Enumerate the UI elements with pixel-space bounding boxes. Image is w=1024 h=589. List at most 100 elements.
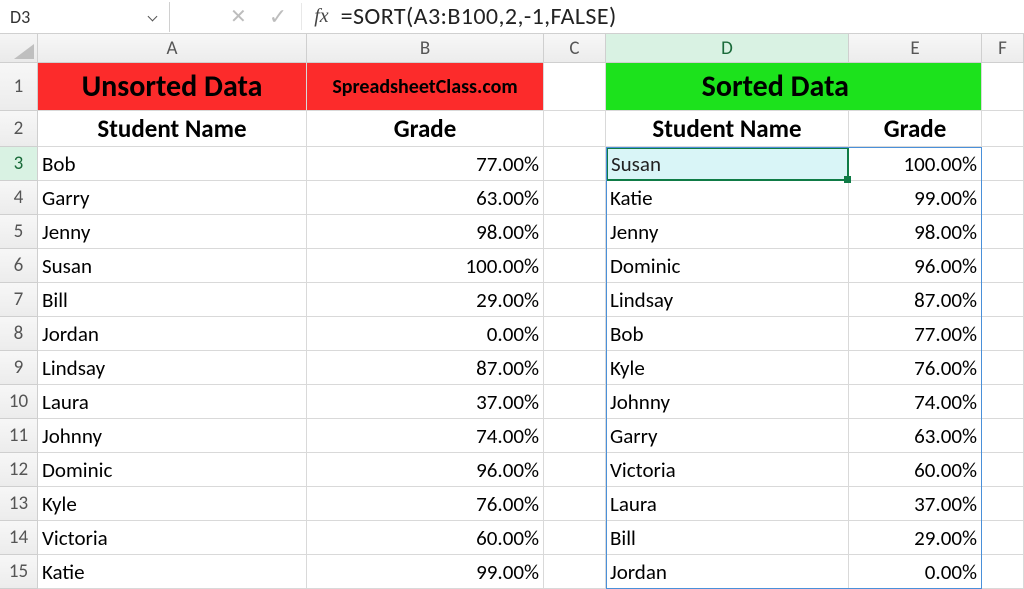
cell-E15[interactable]: 0.00% (849, 555, 982, 589)
cell-A12[interactable]: Dominic (38, 453, 307, 487)
cell-E3[interactable]: 100.00% (849, 147, 982, 181)
row-header-5[interactable]: 5 (0, 215, 38, 249)
cell-A1[interactable]: Unsorted Data (38, 63, 307, 111)
cell-B1[interactable]: SpreadsheetClass.com (307, 63, 544, 111)
row-header-11[interactable]: 11 (0, 419, 38, 453)
cell-C3[interactable] (544, 147, 606, 181)
cell-F3[interactable] (982, 147, 1024, 181)
row-header-1[interactable]: 1 (0, 63, 38, 111)
cell-A5[interactable]: Jenny (38, 215, 307, 249)
cell-B11[interactable]: 74.00% (307, 419, 544, 453)
col-header-B[interactable]: B (307, 34, 544, 62)
row-header-8[interactable]: 8 (0, 317, 38, 351)
col-header-E[interactable]: E (849, 34, 982, 62)
row-header-14[interactable]: 14 (0, 521, 38, 555)
cell-D14[interactable]: Bill (606, 521, 849, 555)
cell-D12[interactable]: Victoria (606, 453, 849, 487)
confirm-icon[interactable]: ✓ (269, 3, 287, 30)
cell-B10[interactable]: 37.00% (307, 385, 544, 419)
cell-F11[interactable] (982, 419, 1024, 453)
cell-F13[interactable] (982, 487, 1024, 521)
cell-B4[interactable]: 63.00% (307, 181, 544, 215)
cell-C6[interactable] (544, 249, 606, 283)
row-header-7[interactable]: 7 (0, 283, 38, 317)
fx-label[interactable]: fx (302, 5, 338, 28)
cell-B12[interactable]: 96.00% (307, 453, 544, 487)
cell-F1[interactable] (982, 63, 1024, 111)
cell-B14[interactable]: 60.00% (307, 521, 544, 555)
cell-D11[interactable]: Garry (606, 419, 849, 453)
cell-F15[interactable] (982, 555, 1024, 589)
cell-E1[interactable] (849, 63, 982, 111)
cell-E11[interactable]: 63.00% (849, 419, 982, 453)
cell-D13[interactable]: Laura (606, 487, 849, 521)
cell-A2[interactable]: Student Name (38, 111, 307, 147)
cell-E6[interactable]: 96.00% (849, 249, 982, 283)
cell-B3[interactable]: 77.00% (307, 147, 544, 181)
cell-A3[interactable]: Bob (38, 147, 307, 181)
cell-E2[interactable]: Grade (849, 111, 982, 147)
cell-B8[interactable]: 0.00% (307, 317, 544, 351)
cell-E8[interactable]: 77.00% (849, 317, 982, 351)
cell-A10[interactable]: Laura (38, 385, 307, 419)
cell-D9[interactable]: Kyle (606, 351, 849, 385)
row-header-9[interactable]: 9 (0, 351, 38, 385)
col-header-D[interactable]: D (606, 34, 849, 62)
cell-A7[interactable]: Bill (38, 283, 307, 317)
cell-D4[interactable]: Katie (606, 181, 849, 215)
cell-A14[interactable]: Victoria (38, 521, 307, 555)
col-header-A[interactable]: A (38, 34, 307, 62)
cell-D15[interactable]: Jordan (606, 555, 849, 589)
cell-E4[interactable]: 99.00% (849, 181, 982, 215)
cell-E5[interactable]: 98.00% (849, 215, 982, 249)
cell-F14[interactable] (982, 521, 1024, 555)
cell-F7[interactable] (982, 283, 1024, 317)
select-all-corner[interactable] (0, 34, 38, 62)
cell-C14[interactable] (544, 521, 606, 555)
cell-F4[interactable] (982, 181, 1024, 215)
cancel-icon[interactable]: ✕ (230, 4, 247, 29)
row-header-3[interactable]: 3 (0, 147, 38, 181)
formula-input[interactable]: =SORT(A3:B100,2,-1,FALSE) (339, 2, 1024, 31)
cell-C4[interactable] (544, 181, 606, 215)
cell-E14[interactable]: 29.00% (849, 521, 982, 555)
row-header-6[interactable]: 6 (0, 249, 38, 283)
cell-F2[interactable] (982, 111, 1024, 147)
cell-A15[interactable]: Katie (38, 555, 307, 589)
cell-C11[interactable] (544, 419, 606, 453)
row-header-15[interactable]: 15 (0, 555, 38, 589)
cell-D2[interactable]: Student Name (606, 111, 849, 147)
cell-F5[interactable] (982, 215, 1024, 249)
cell-A9[interactable]: Lindsay (38, 351, 307, 385)
cell-E12[interactable]: 60.00% (849, 453, 982, 487)
cell-C15[interactable] (544, 555, 606, 589)
cell-F9[interactable] (982, 351, 1024, 385)
row-header-4[interactable]: 4 (0, 181, 38, 215)
cell-D1[interactable]: Sorted Data (606, 63, 849, 111)
cell-C13[interactable] (544, 487, 606, 521)
cell-B13[interactable]: 76.00% (307, 487, 544, 521)
row-header-10[interactable]: 10 (0, 385, 38, 419)
cell-F10[interactable] (982, 385, 1024, 419)
cell-E9[interactable]: 76.00% (849, 351, 982, 385)
cell-B5[interactable]: 98.00% (307, 215, 544, 249)
cell-A11[interactable]: Johnny (38, 419, 307, 453)
cell-C10[interactable] (544, 385, 606, 419)
cell-D10[interactable]: Johnny (606, 385, 849, 419)
cell-E10[interactable]: 74.00% (849, 385, 982, 419)
cell-C5[interactable] (544, 215, 606, 249)
cell-F12[interactable] (982, 453, 1024, 487)
cell-A13[interactable]: Kyle (38, 487, 307, 521)
cell-C9[interactable] (544, 351, 606, 385)
cell-A4[interactable]: Garry (38, 181, 307, 215)
cell-C1[interactable] (544, 63, 606, 111)
cell-A6[interactable]: Susan (38, 249, 307, 283)
row-header-13[interactable]: 13 (0, 487, 38, 521)
name-box[interactable]: D3 (0, 2, 170, 32)
cell-E13[interactable]: 37.00% (849, 487, 982, 521)
row-header-2[interactable]: 2 (0, 111, 38, 147)
cell-D5[interactable]: Jenny (606, 215, 849, 249)
cell-C12[interactable] (544, 453, 606, 487)
col-header-F[interactable]: F (982, 34, 1024, 62)
cell-B9[interactable]: 87.00% (307, 351, 544, 385)
